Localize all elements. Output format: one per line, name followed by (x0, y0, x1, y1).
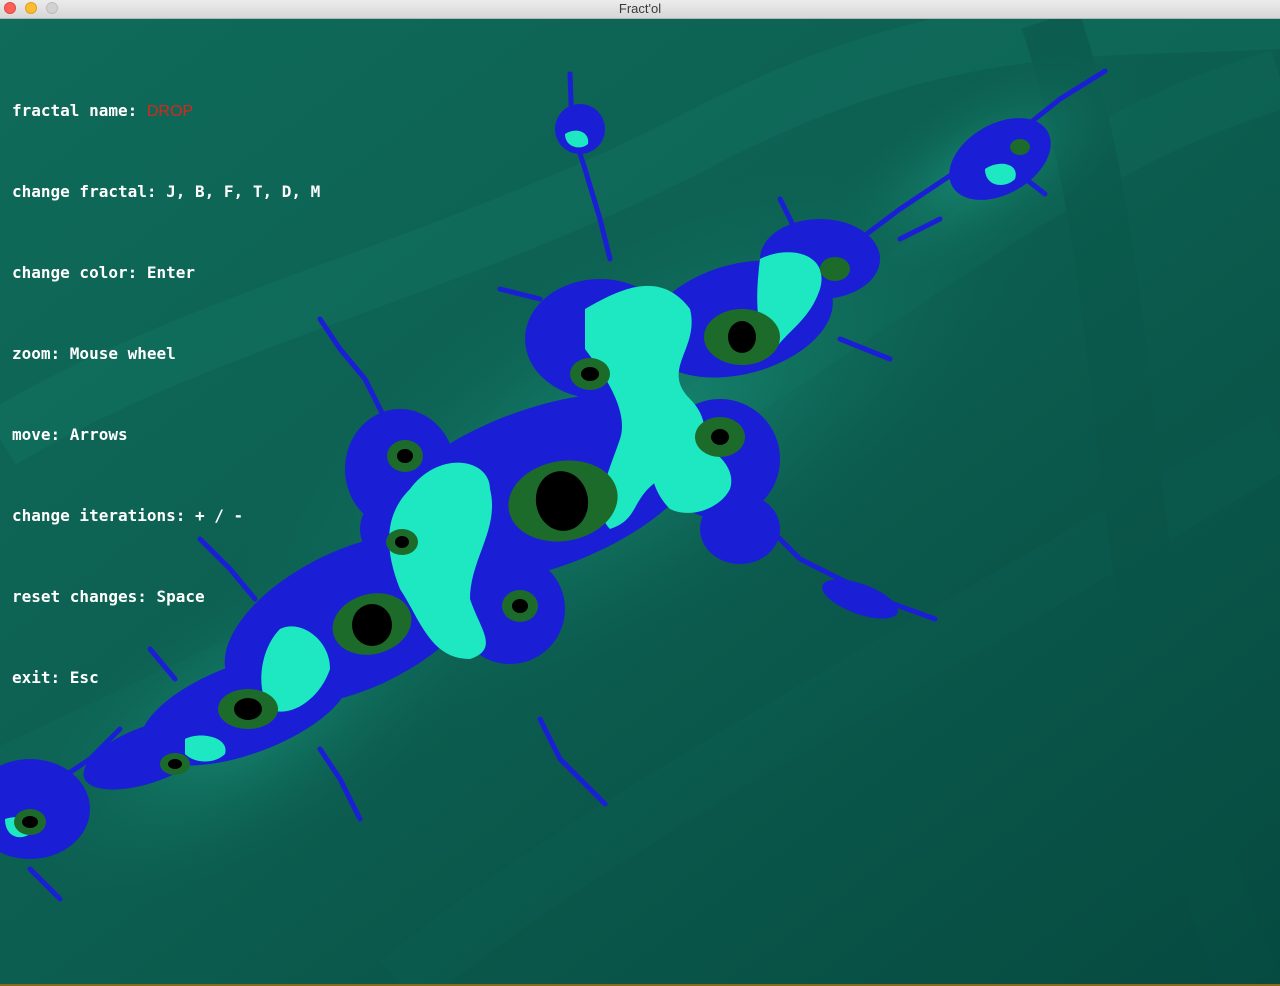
hint-change-color: change color: Enter (12, 263, 196, 282)
app-window: Fract'ol fractal name: DROP change fract… (0, 0, 1280, 986)
hint-change-fractal: change fractal: J, B, F, T, D, M (12, 182, 321, 201)
title-bar[interactable]: Fract'ol (0, 0, 1280, 19)
window-title: Fract'ol (618, 1, 662, 16)
fractal-canvas[interactable]: fractal name: DROP change fractal: J, B,… (0, 19, 1280, 984)
hint-move: move: Arrows (12, 425, 128, 444)
hint-exit: exit: Esc (12, 668, 99, 687)
fractal-name-value: DROP (146, 103, 194, 120)
hint-reset-changes: reset changes: Space (12, 587, 205, 606)
fractal-name-line: fractal name: DROP (12, 97, 320, 124)
controls-overlay: fractal name: DROP change fractal: J, B,… (12, 43, 320, 745)
fractal-name-label: fractal name: (12, 101, 147, 120)
hint-change-iterations: change iterations: + / - (12, 506, 244, 525)
hint-zoom: zoom: Mouse wheel (12, 344, 176, 363)
